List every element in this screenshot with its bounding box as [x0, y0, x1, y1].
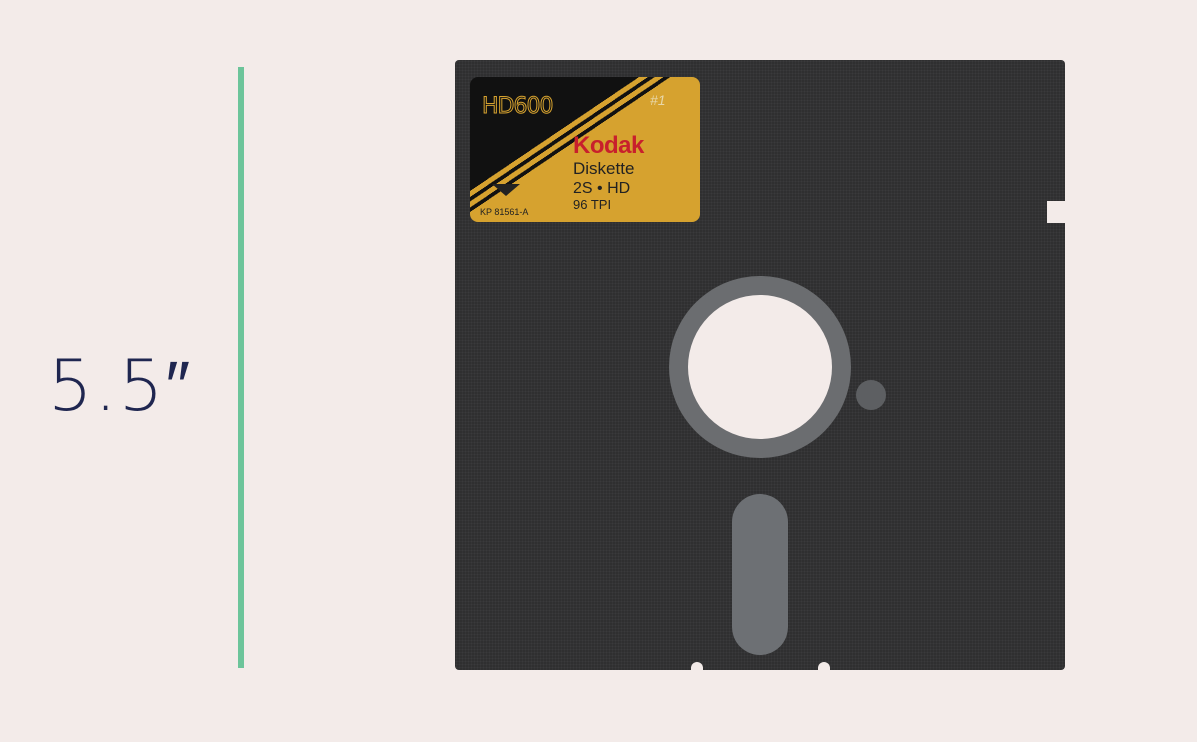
size-measurement: 5.5″: [48, 345, 193, 427]
write-protect-notch: [1047, 201, 1067, 223]
size-ruler-line: [238, 67, 244, 668]
model-name: HD600: [481, 94, 553, 120]
density-text: 2S • HD: [573, 180, 631, 197]
product-name: Diskette: [573, 159, 635, 178]
head-access-slot: [732, 494, 788, 655]
brand-logo: Kodak: [573, 132, 644, 159]
bottom-notch: [691, 662, 703, 672]
disk-label: HD600 #1 Kodak Diskette 2S • HD 96 TPI K…: [470, 77, 700, 222]
handwritten-note: #1: [650, 92, 666, 108]
part-number: KP 81561-A: [480, 207, 529, 217]
tpi-text: 96 TPI: [573, 197, 612, 212]
bottom-notch: [818, 662, 830, 672]
index-hole: [856, 380, 886, 410]
center-hole: [688, 295, 832, 439]
arrow-down-icon: [492, 184, 520, 196]
